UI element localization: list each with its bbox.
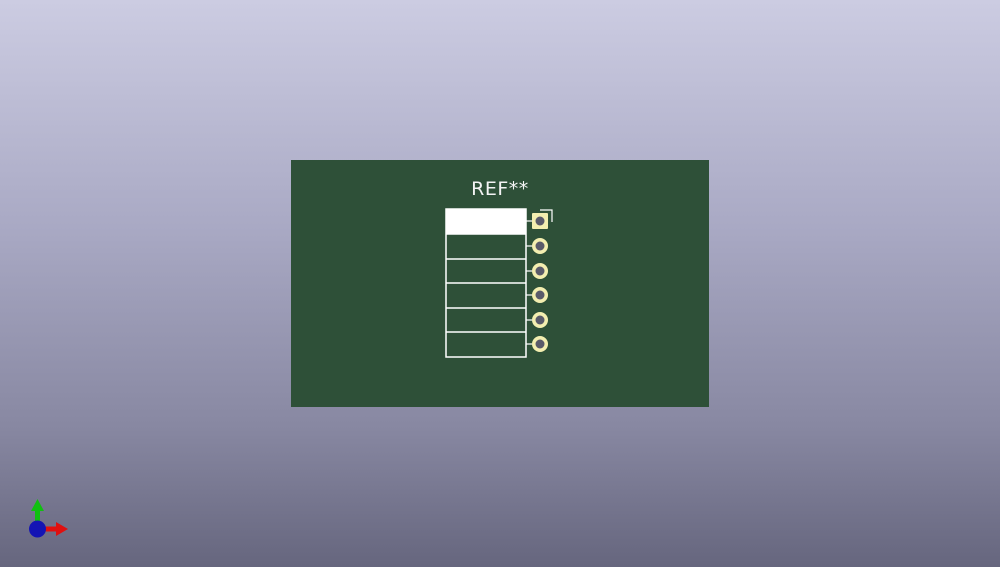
pad-6[interactable] <box>532 336 548 352</box>
pin-leads <box>526 220 532 345</box>
3d-viewport[interactable]: REF** <box>0 0 1000 567</box>
pad-5[interactable] <box>532 312 548 328</box>
pin1-marker <box>446 209 526 234</box>
pad-2[interactable] <box>532 238 548 254</box>
pad-3[interactable] <box>532 263 548 279</box>
footprint-graphic <box>445 208 553 358</box>
pcb-board: REF** <box>291 160 709 407</box>
pad-4[interactable] <box>532 287 548 303</box>
z-axis-dot-icon <box>29 520 46 538</box>
axis-indicator <box>29 499 68 538</box>
pad-1[interactable] <box>532 213 548 229</box>
